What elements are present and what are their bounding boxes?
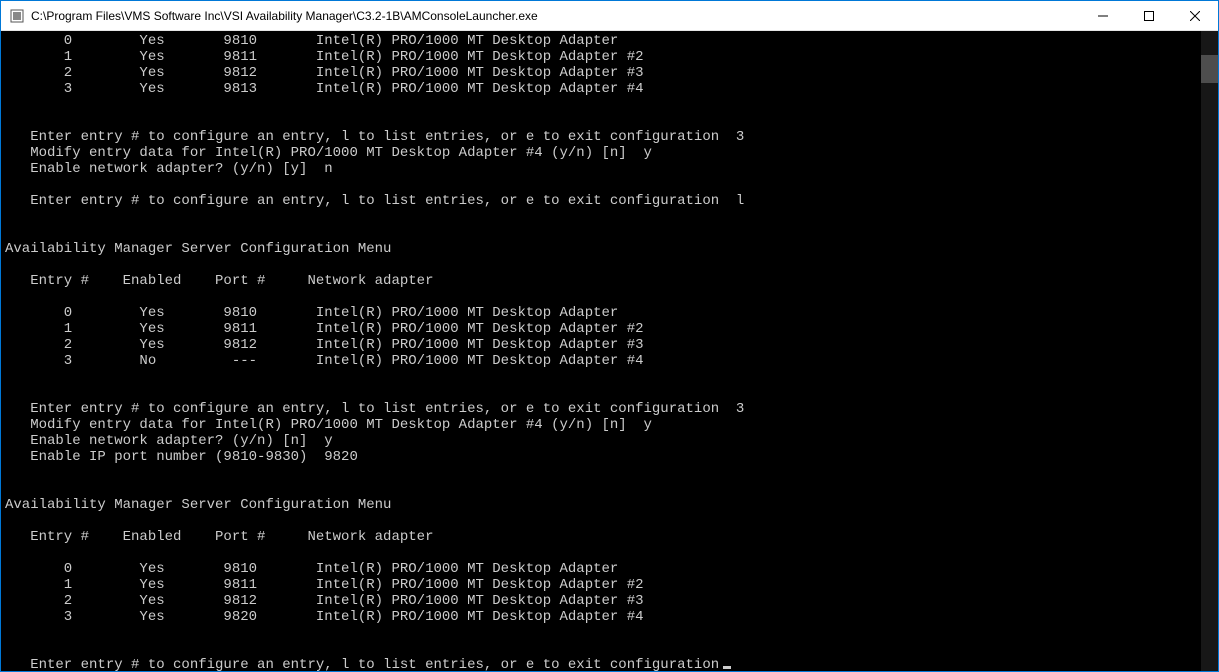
minimize-button[interactable] <box>1080 1 1126 31</box>
maximize-button[interactable] <box>1126 1 1172 31</box>
close-button[interactable] <box>1172 1 1218 31</box>
titlebar[interactable]: C:\Program Files\VMS Software Inc\VSI Av… <box>1 1 1218 31</box>
app-icon <box>9 8 25 24</box>
console-text: 0 Yes 9810 Intel(R) PRO/1000 MT Desktop … <box>5 33 1218 671</box>
scrollbar-thumb[interactable] <box>1201 55 1218 83</box>
vertical-scrollbar[interactable] <box>1201 31 1218 671</box>
console-cursor <box>723 666 731 669</box>
window-title: C:\Program Files\VMS Software Inc\VSI Av… <box>31 9 1080 23</box>
console-output[interactable]: 0 Yes 9810 Intel(R) PRO/1000 MT Desktop … <box>1 31 1218 671</box>
